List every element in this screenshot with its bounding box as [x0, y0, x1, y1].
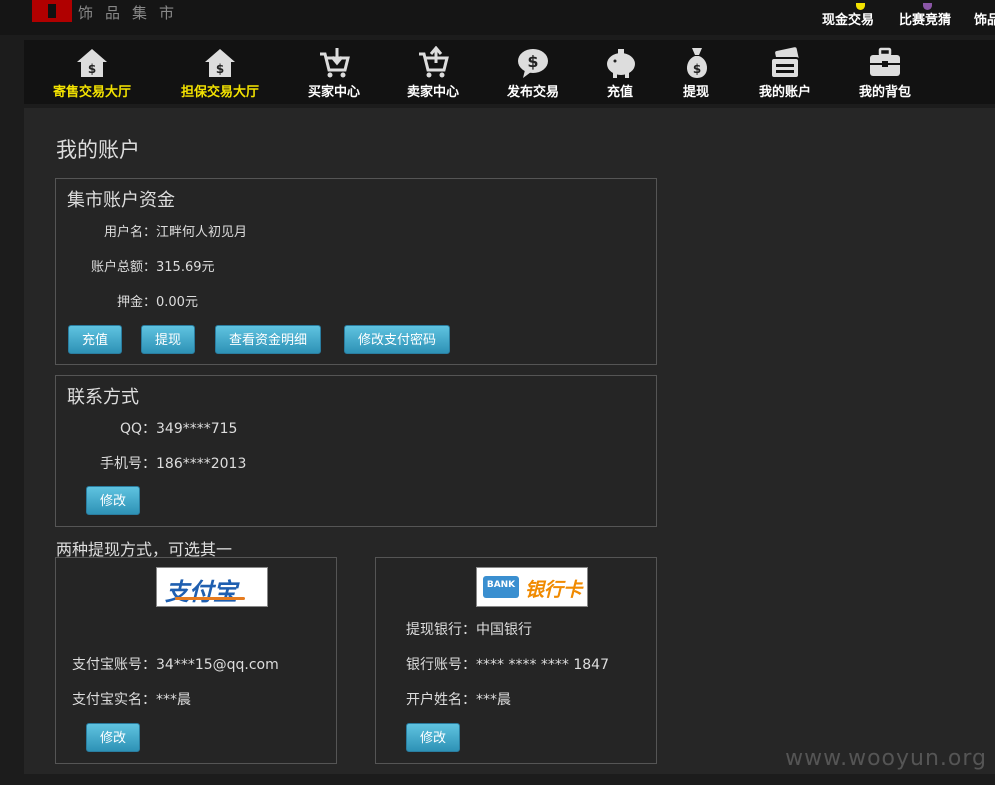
alipay-swoosh [175, 597, 245, 600]
total-row: 账户总额：315.69元 [56, 256, 215, 275]
house-dollar-icon: $ [205, 49, 235, 77]
nav-consignment-hall[interactable]: $ 寄售交易大厅 [51, 46, 133, 100]
change-pay-password-button[interactable]: 修改支付密码 [344, 325, 451, 354]
cart-upload-icon [419, 46, 449, 78]
nav-my-backpack[interactable]: 我的背包 [857, 46, 913, 100]
total-label: 账户总额： [90, 260, 156, 275]
bank-holder-label: 开户姓名： [406, 692, 476, 708]
nav-buyer-center[interactable]: 买家中心 [306, 46, 362, 100]
bank-panel: BANK 银行卡 提现银行：中国银行 银行账号：**** **** **** 1… [375, 557, 657, 764]
nav-my-account[interactable]: 我的账户 [757, 46, 813, 100]
nav-recharge[interactable]: 充值 [604, 46, 636, 100]
svg-text:$: $ [88, 62, 96, 76]
match-dot-icon [923, 3, 932, 10]
bank-name-label: 提现银行： [406, 622, 476, 638]
alipay-panel: 支付宝 支付宝账号：34***15@qq.com 支付宝实名：***晨 修改 [55, 557, 337, 764]
deposit-row: 押金：0.00元 [56, 291, 198, 310]
nav-publish-trade[interactable]: $ 发布交易 [505, 46, 561, 100]
svg-text:$: $ [216, 62, 224, 76]
qq-row: QQ：349****715 [56, 418, 238, 438]
nav-seller-center[interactable]: 卖家中心 [405, 46, 461, 100]
contact-panel: 联系方式 QQ：349****715 手机号：186****2013 修改 [55, 375, 657, 527]
cash-dot-icon [856, 3, 865, 10]
dollar-bubble-icon: $ [518, 49, 548, 78]
main-nav: $ 寄售交易大厅 $ 担保交易大厅 买家中心 卖家中心 $ 发布交易 充值 $ … [24, 40, 995, 104]
money-bag-icon: $ [686, 48, 708, 78]
site-logo[interactable] [32, 0, 72, 22]
wallet-card-icon [770, 47, 800, 79]
alipay-name-value: ***晨 [156, 692, 191, 708]
watermark: www.wooyun.org [785, 746, 987, 771]
funds-title: 集市账户资金 [67, 190, 175, 211]
alipay-account-label: 支付宝账号： [72, 657, 156, 673]
briefcase-icon [870, 47, 900, 76]
bank-holder-row: 开户姓名：***晨 [376, 689, 511, 709]
piggy-bank-icon [607, 49, 635, 78]
nav-withdraw[interactable]: $ 提现 [680, 46, 712, 100]
qq-label: QQ： [119, 421, 156, 437]
alipay-account-row: 支付宝账号：34***15@qq.com [56, 654, 279, 674]
cart-download-icon [320, 48, 350, 78]
bank-account-row: 银行账号：**** **** **** 1847 [376, 654, 609, 674]
phone-label: 手机号： [100, 456, 156, 472]
bank-name-value: 中国银行 [476, 622, 532, 638]
deposit-label: 押金： [116, 295, 156, 310]
username-row: 用户名：江畔何人初见月 [56, 221, 247, 240]
total-value: 315.69元 [156, 260, 215, 275]
edit-alipay-button[interactable]: 修改 [86, 723, 141, 752]
recharge-button[interactable]: 充值 [68, 325, 123, 354]
deposit-value: 0.00元 [156, 295, 198, 310]
username-value: 江畔何人初见月 [156, 225, 248, 240]
svg-text:$: $ [527, 52, 538, 71]
alipay-account-value: 34***15@qq.com [156, 657, 279, 673]
phone-value: 186****2013 [156, 456, 247, 472]
contact-title: 联系方式 [67, 387, 139, 408]
bank-account-label: 银行账号： [406, 657, 476, 673]
nav-escrow-hall[interactable]: $ 担保交易大厅 [179, 46, 261, 100]
username-label: 用户名： [103, 225, 156, 240]
svg-text:$: $ [693, 62, 701, 76]
bank-badge: BANK [483, 576, 519, 598]
page-title: 我的账户 [56, 138, 140, 162]
top-link-cash-trade[interactable]: 现金交易 [822, 3, 874, 28]
top-link-match-betting[interactable]: 比赛竞猜 [899, 3, 951, 28]
house-dollar-icon: $ [77, 49, 107, 77]
funds-panel: 集市账户资金 用户名：江畔何人初见月 账户总额：315.69元 押金：0.00元… [55, 178, 657, 365]
alipay-name-label: 支付宝实名： [72, 692, 156, 708]
bank-card-logo: BANK 银行卡 [476, 567, 588, 607]
site-logo-text: 饰品集市 [78, 4, 187, 22]
top-header: 饰品集市 现金交易 比赛竞猜 饰品 [0, 0, 995, 35]
alipay-name-row: 支付宝实名：***晨 [56, 689, 191, 709]
top-link-items[interactable]: 饰品 [974, 9, 995, 28]
bank-account-value: **** **** **** 1847 [476, 657, 609, 673]
edit-bank-button[interactable]: 修改 [406, 723, 461, 752]
view-details-button[interactable]: 查看资金明细 [215, 325, 322, 354]
main-content: 我的账户 集市账户资金 用户名：江畔何人初见月 账户总额：315.69元 押金：… [24, 108, 995, 774]
withdraw-button[interactable]: 提现 [141, 325, 196, 354]
alipay-logo: 支付宝 [156, 567, 268, 607]
qq-value: 349****715 [156, 421, 238, 437]
phone-row: 手机号：186****2013 [56, 453, 246, 473]
bank-name-row: 提现银行：中国银行 [376, 619, 532, 639]
bank-holder-value: ***晨 [476, 692, 511, 708]
edit-contact-button[interactable]: 修改 [86, 486, 141, 515]
